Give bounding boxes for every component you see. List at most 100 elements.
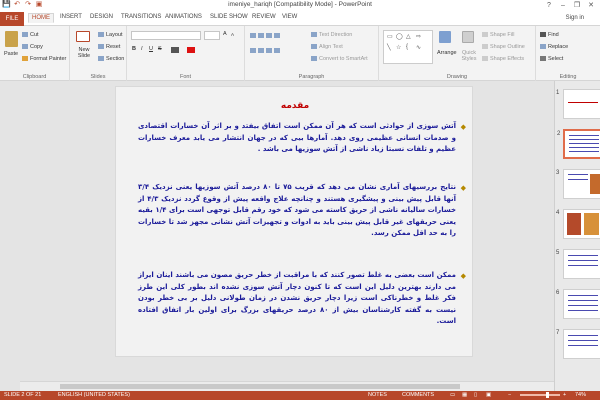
copy-button[interactable]: Copy xyxy=(22,44,43,50)
paragraph-group: Text Direction Align Text Convert to Sma… xyxy=(245,26,379,81)
font-name-select[interactable] xyxy=(131,31,201,40)
convert-smartart-button[interactable]: Convert to SmartArt xyxy=(311,56,368,62)
sign-in-link[interactable]: Sign in xyxy=(566,15,584,21)
replace-button[interactable]: Replace xyxy=(540,44,568,50)
section-label: Section xyxy=(106,56,125,62)
font-size-increase-button[interactable]: A xyxy=(223,31,227,37)
tab-slide-show[interactable]: SLIDE SHOW xyxy=(210,14,248,20)
italic-button[interactable]: I xyxy=(141,46,143,52)
notes-button[interactable]: NOTES xyxy=(368,392,387,398)
tab-view[interactable]: VIEW xyxy=(282,14,297,20)
normal-view-icon[interactable]: ▭ xyxy=(450,392,455,398)
star-shape-icon[interactable]: ☆ xyxy=(396,44,401,51)
tab-transitions[interactable]: TRANSITIONS xyxy=(121,14,161,20)
tab-file[interactable]: FILE xyxy=(0,12,24,26)
zoom-out-button[interactable]: − xyxy=(508,392,511,398)
align-left-icon[interactable] xyxy=(250,47,256,53)
ribbon-tabs: FILE HOME INSERT DESIGN TRANSITIONS ANIM… xyxy=(0,12,600,26)
slide-thumbnail-2[interactable]: 2 xyxy=(557,129,600,159)
slide-thumbnail-1[interactable]: 1 xyxy=(556,89,600,119)
quick-styles-button[interactable]: Quick Styles xyxy=(458,50,480,62)
shape-fill-button[interactable]: Shape Fill xyxy=(482,32,514,38)
find-button[interactable]: Find xyxy=(540,32,559,38)
font-size-select[interactable] xyxy=(204,31,220,40)
magnifier-icon xyxy=(540,32,546,38)
shape-outline-label: Shape Outline xyxy=(490,44,525,50)
align-center-icon[interactable] xyxy=(258,47,264,53)
layout-button[interactable]: Layout xyxy=(98,32,123,38)
layout-icon xyxy=(98,32,104,38)
current-slide[interactable]: مقدمه ◆ آتش سوزی از حوادثی است که هر آن … xyxy=(115,86,473,357)
arrange-icon xyxy=(439,31,451,43)
slide-thumbnail-4[interactable]: 4 xyxy=(556,209,600,239)
horizontal-scrollbar[interactable] xyxy=(20,381,554,391)
tab-animations[interactable]: ANIMATIONS xyxy=(165,14,202,20)
slide-sorter-icon[interactable]: ▦ xyxy=(462,392,467,398)
strikethrough-button[interactable]: S xyxy=(158,46,162,52)
slide-counter: SLIDE 2 OF 21 xyxy=(4,392,42,398)
window-title: imeniye_hariqh [Compatibility Mode] - Po… xyxy=(228,1,372,8)
paste-button[interactable]: Paste xyxy=(4,51,18,57)
shape-outline-button[interactable]: Shape Outline xyxy=(482,44,525,50)
align-right-icon[interactable] xyxy=(266,47,272,53)
slide-thumbnail-6[interactable]: 6 xyxy=(556,289,600,319)
underline-button[interactable]: U xyxy=(149,46,153,52)
slide-title[interactable]: مقدمه xyxy=(116,101,474,111)
bold-button[interactable]: B xyxy=(132,46,136,52)
curve-shape-icon[interactable]: ∿ xyxy=(416,44,421,51)
cut-button[interactable]: Cut xyxy=(22,32,39,38)
slide-thumbnail-3[interactable]: 3 xyxy=(556,169,600,199)
slide-editing-area[interactable]: مقدمه ◆ آتش سوزی از حوادثی است که هر آن … xyxy=(20,81,554,391)
arrange-button[interactable]: Arrange xyxy=(437,50,457,56)
restore-button[interactable]: ❐ xyxy=(570,0,584,11)
shapes-gallery[interactable]: ▭ ◯ △ ⇨ ╲ ☆ { ∿ xyxy=(383,30,433,64)
select-button[interactable]: Select xyxy=(540,56,563,62)
comments-button[interactable]: COMMENTS xyxy=(402,392,434,398)
font-size-decrease-button[interactable]: A xyxy=(231,32,234,37)
font-color-icon[interactable] xyxy=(187,47,195,53)
align-text-button[interactable]: Align Text xyxy=(311,44,343,50)
reset-button[interactable]: Reset xyxy=(98,44,120,50)
text-direction-button[interactable]: Text Direction xyxy=(311,32,352,38)
increase-indent-icon[interactable] xyxy=(274,32,280,38)
font-group-label: Font xyxy=(179,74,191,80)
slide-paragraph-2[interactable]: ◆ نتایج بررسیهای آماری نشان می دهد که قر… xyxy=(138,182,466,240)
slide-paragraph-3[interactable]: ◆ ممکن است بعضی به غلط تصور کنند که با م… xyxy=(138,270,466,328)
numbering-icon[interactable] xyxy=(258,32,264,38)
arrow-shape-icon[interactable]: ⇨ xyxy=(416,33,421,40)
language-indicator[interactable]: ENGLISH (UNITED STATES) xyxy=(58,392,130,398)
effects-icon xyxy=(482,56,488,62)
zoom-level[interactable]: 74% xyxy=(575,392,586,398)
oval-shape-icon[interactable]: ◯ xyxy=(396,33,403,40)
slideshow-view-icon[interactable]: ▣ xyxy=(486,392,491,398)
reading-view-icon[interactable]: ▯ xyxy=(474,392,477,398)
minimize-button[interactable]: – xyxy=(556,0,570,11)
tab-home[interactable]: HOME xyxy=(28,13,54,23)
reset-icon xyxy=(98,44,104,50)
zoom-in-button[interactable]: + xyxy=(563,392,566,398)
close-button[interactable]: ✕ xyxy=(584,0,598,11)
scrollbar-thumb[interactable] xyxy=(60,384,460,389)
zoom-slider-knob[interactable] xyxy=(546,392,549,398)
line-shape-icon[interactable]: ╲ xyxy=(387,44,391,51)
slide-thumbnail-5[interactable]: 5 xyxy=(556,249,600,279)
triangle-shape-icon[interactable]: △ xyxy=(406,33,411,40)
zoom-slider[interactable] xyxy=(520,394,560,396)
new-slide-button[interactable]: New Slide xyxy=(73,47,95,59)
justify-icon[interactable] xyxy=(274,47,280,53)
tab-review[interactable]: REVIEW xyxy=(252,14,276,20)
shadow-icon[interactable] xyxy=(171,47,179,53)
decrease-indent-icon[interactable] xyxy=(266,32,272,38)
tab-design[interactable]: DESIGN xyxy=(90,14,113,20)
bullets-icon[interactable] xyxy=(250,32,256,38)
slide-paragraph-1[interactable]: ◆ آتش سوزی از حوادثی است که هر آن ممکن ا… xyxy=(138,121,466,156)
shape-effects-button[interactable]: Shape Effects xyxy=(482,56,524,62)
copy-label: Copy xyxy=(30,44,43,50)
brace-shape-icon[interactable]: { xyxy=(406,44,408,50)
slide-thumbnail-7[interactable]: 7 xyxy=(556,329,600,359)
tab-insert[interactable]: INSERT xyxy=(60,14,82,20)
format-painter-button[interactable]: Format Painter xyxy=(22,56,66,62)
section-button[interactable]: Section xyxy=(98,56,124,62)
rectangle-shape-icon[interactable]: ▭ xyxy=(387,33,393,40)
help-button[interactable]: ? xyxy=(542,0,556,11)
